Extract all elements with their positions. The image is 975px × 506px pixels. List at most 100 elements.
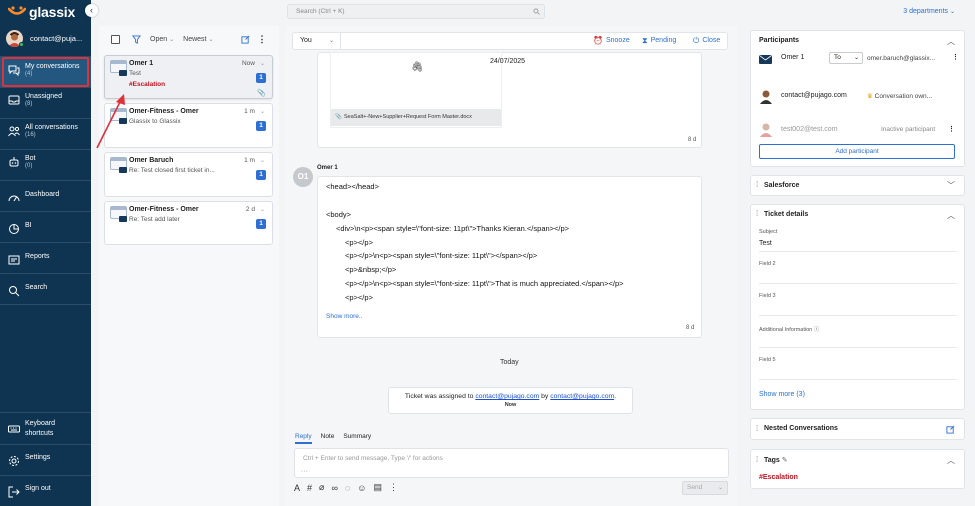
user-link[interactable]: contact@pujago.com [550,393,614,400]
conversation-card[interactable]: Omer-Fitness - Omer 1 m ⌄ Glassix to Glas… [104,103,273,148]
conversation-subject: Glassix to Glassix [129,118,181,125]
text-format-icon[interactable]: A [294,483,300,493]
more-options-icon[interactable]: ⋮ [952,53,959,61]
chevron-down-icon[interactable]: ⌄ [260,109,265,115]
sender-name: Omer 1 [317,165,338,171]
chevron-up-icon[interactable]: ︿ [947,210,955,221]
more-options-icon[interactable]: ⋮ [389,482,398,493]
ellipsis-icon[interactable]: ··· [301,468,308,475]
subject-field[interactable]: Test [759,240,772,247]
departments-label: 3 departments [903,8,949,15]
panel-title: Tags ✎ [764,456,788,464]
nav-settings[interactable]: Settings [0,454,91,467]
conversation-card[interactable]: Omer-Fitness - Omer 2 d ⌄ Re: Test add la… [104,201,273,245]
quick-reply-icon[interactable]: ◌ [345,483,350,493]
tab-reply[interactable]: Reply [295,433,312,444]
hashtag-icon[interactable]: # [307,483,312,493]
chevron-down-icon[interactable]: ﹀ [947,180,955,191]
drag-handle-icon[interactable]: ⁞ [756,424,758,433]
participant-name: test002@test.com [781,126,838,133]
file-name: SeaSalt+-New+Supplier+Request Form Maste… [344,114,472,120]
departments-selector[interactable]: 3 departments ⌄ [903,8,955,15]
pending-button[interactable]: ⧗ Pending [642,33,676,49]
collapse-sidebar-button[interactable]: ‹ [85,4,98,17]
nav-count: (0) [25,163,33,169]
nav-search[interactable]: Search [0,284,91,297]
nav-all-conversations[interactable]: All conversations (16) [0,124,91,138]
add-participant-button[interactable]: Add participant [759,144,955,159]
conversation-subject: Re: Test add later [129,216,180,223]
nav-unassigned[interactable]: Unassigned (8) [0,93,91,107]
snooze-button[interactable]: ⏰ Snooze [593,33,630,49]
user-link[interactable]: contact@pujago.com [475,393,539,400]
chat-bubbles-icon [8,65,20,76]
nav-bi[interactable]: BI [0,222,91,235]
send-button[interactable]: Send ⌄ [682,481,728,495]
more-options-icon[interactable]: ⋮ [948,125,955,133]
panel-title: Nested Conversations [764,425,838,432]
field-2-input[interactable] [759,283,957,284]
global-search-input[interactable]: Search (Ctrl + K) [287,4,545,19]
chevron-down-icon[interactable]: ⌄ [260,207,265,213]
gear-icon [9,456,19,466]
show-more-link[interactable]: Show more.. [326,313,363,320]
attachment-file[interactable]: 📎 SeaSalt+-New+Supplier+Request Form Mast… [331,109,501,126]
additional-info-input[interactable] [759,347,957,348]
drag-handle-icon[interactable]: ⁞ [756,209,758,218]
unread-badge: 1 [256,219,266,229]
send-label: Send [687,484,703,491]
nav-label: Reports [25,253,50,260]
nav-keyboard-shortcuts[interactable]: Keyboard shortcuts [0,419,91,439]
nav-sign-out[interactable]: Sign out [0,485,91,498]
attach-icon[interactable]: ⌀ [319,482,324,493]
recipient-type-select[interactable]: To ⌄ [829,52,863,64]
status-dropdown[interactable]: Open ⌄ [150,36,174,43]
filter-icon[interactable] [132,34,141,44]
snooze-label: Snooze [605,37,630,44]
field-5-input[interactable] [759,379,957,380]
drag-handle-icon[interactable]: ⁞ [756,180,758,189]
conversation-card[interactable]: Omer Baruch 1 m ⌄ Re: Test closed first t… [104,152,273,197]
link-icon[interactable]: ∞ [331,483,337,493]
message-line: <body> [326,210,352,219]
tag-chip[interactable]: #Escalation [759,474,798,481]
salesforce-panel[interactable]: ⁞ Salesforce ﹀ [750,175,965,196]
chevron-down-icon[interactable]: ⌄ [260,158,265,164]
emoji-icon[interactable]: ☺ [357,483,366,493]
nav-my-conversations[interactable]: My conversations (4) [0,57,91,87]
nav-label: All conversations [25,124,78,131]
sender-dropdown[interactable]: You ⌄ [293,33,341,49]
chevron-down-icon[interactable]: ⌄ [718,482,723,494]
conversation-card[interactable]: Omer 1 Now ⌄ Test 1 #Escalation 📎 [104,55,273,99]
tab-summary[interactable]: Summary [343,433,371,444]
inbox-icon [8,95,20,105]
message-line: <p></p>\n<p><span style=\"font-size: 11p… [345,251,538,260]
reply-tabs: Reply Note Summary [295,433,380,444]
conversation-subject: Re: Test closed first ticket in... [129,167,215,174]
title-text: Tags [764,457,780,464]
current-user[interactable]: contact@puja... [6,30,82,47]
nested-conversations-panel[interactable]: ⁞ Nested Conversations [750,418,965,440]
close-button[interactable]: ⏻ Close [693,33,720,49]
show-more-link[interactable]: Show more (3) [759,391,805,398]
compose-icon[interactable] [240,35,250,44]
chevron-up-icon[interactable]: ︿ [947,36,955,47]
nav-bot[interactable]: Bot (0) [0,155,91,169]
tab-note[interactable]: Note [321,433,335,444]
chevron-up-icon[interactable]: ︿ [947,455,955,466]
more-options-icon[interactable]: ⋮ [258,34,267,45]
sort-dropdown[interactable]: Newest ⌄ [183,36,213,43]
panel-title: Salesforce [764,182,800,189]
drag-handle-icon[interactable]: ⁞ [756,455,758,464]
conversation-time: Now ⌄ [242,60,265,67]
chevron-down-icon[interactable]: ⌄ [260,61,265,67]
select-all-checkbox[interactable] [111,34,120,44]
edit-icon[interactable] [946,425,955,434]
template-icon[interactable]: ▤ [373,482,382,493]
nav-reports[interactable]: Reports [0,253,91,266]
nav-dashboard[interactable]: Dashboard [0,191,91,204]
field-3-input[interactable] [759,315,957,316]
bot-icon [9,157,19,167]
reply-input[interactable]: Ctrl + Enter to send message, Type '/' f… [294,448,729,478]
pencil-icon[interactable]: ✎ [782,457,788,464]
